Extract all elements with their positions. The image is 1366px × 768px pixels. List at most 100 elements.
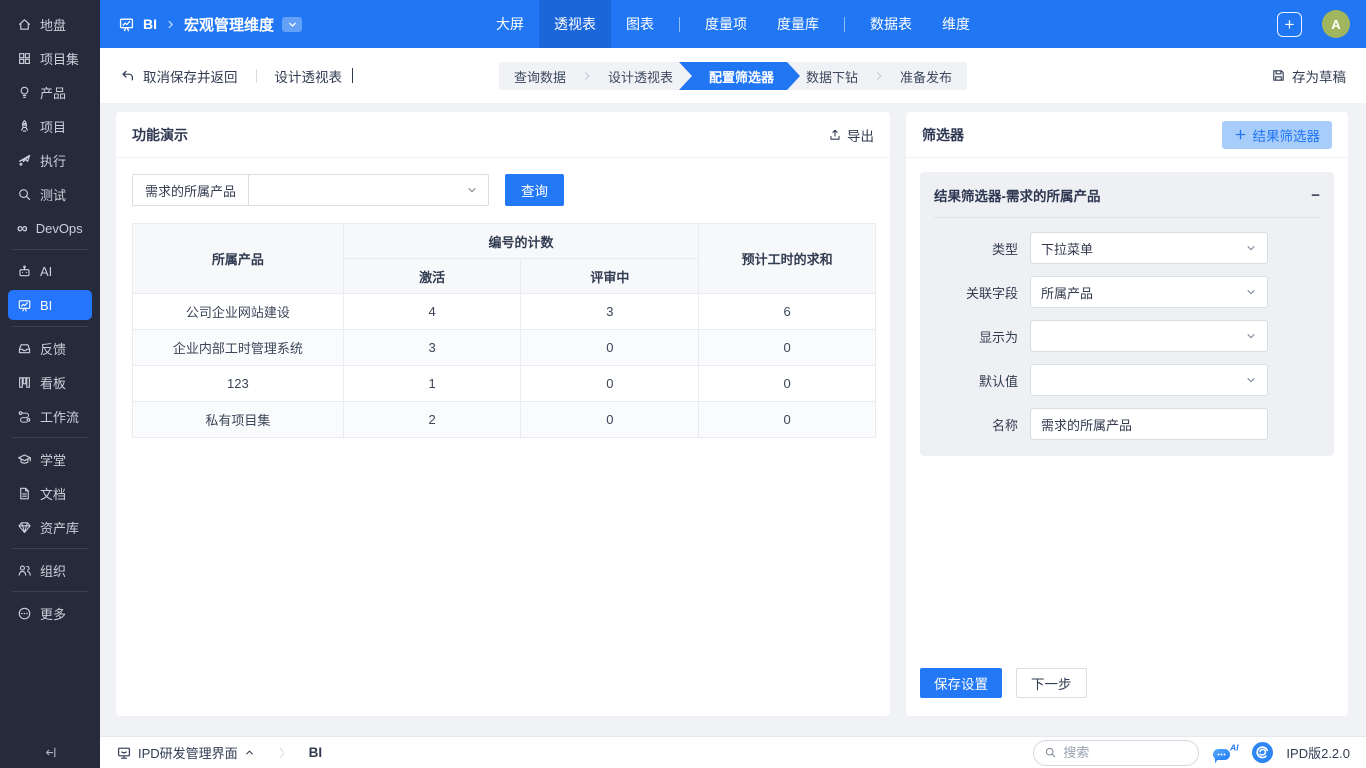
sidebar-item-feedback[interactable]: 反馈 — [8, 333, 92, 363]
pivot-preview-panel: 功能演示 导出 需求的所属产品 查询 所属产品 编号的计数 预计工时的求和 — [116, 112, 890, 716]
sidebar-item-project[interactable]: 项目 — [8, 111, 92, 141]
chevron-down-icon — [1245, 286, 1257, 298]
breadcrumb-separator-icon — [275, 746, 289, 760]
search-input[interactable] — [1063, 745, 1188, 760]
workflow-icon — [17, 409, 32, 424]
cell-sum: 0 — [699, 402, 876, 438]
bottombar-crumb[interactable]: BI — [309, 745, 323, 760]
menu-item-measure[interactable]: 度量项 — [690, 0, 762, 48]
search-box[interactable] — [1033, 740, 1199, 766]
menu-item-data-table[interactable]: 数据表 — [855, 0, 927, 48]
pivot-table: 所属产品 编号的计数 预计工时的求和 激活 评审中 公司企业网站建设 4 3 6… — [132, 223, 876, 438]
sidebar-item-label: DevOps — [36, 221, 83, 236]
save-draft-button[interactable]: 存为草稿 — [1271, 66, 1366, 86]
cancel-return-button[interactable]: 取消保存并返回 — [143, 66, 238, 86]
step-separator-icon — [873, 62, 885, 90]
chevron-up-icon[interactable] — [244, 747, 255, 758]
export-button[interactable]: 导出 — [828, 125, 874, 145]
filter-panel-header: 筛选器 结果筛选器 — [906, 112, 1348, 158]
name-field-label: 名称 — [934, 415, 1030, 434]
step-configure-filter[interactable]: 配置筛选器 — [679, 62, 800, 90]
menu-item-dimension[interactable]: 维度 — [927, 0, 985, 48]
sidebar-item-execution[interactable]: 执行 — [8, 145, 92, 175]
name-input[interactable] — [1030, 408, 1268, 440]
card-divider — [934, 217, 1320, 218]
col-subheader-review: 评审中 — [521, 259, 699, 294]
type-select[interactable]: 下拉菜单 — [1030, 232, 1268, 264]
sidebar-item-label: 资产库 — [40, 518, 79, 537]
sidebar: 地盘 项目集 产品 项目 执行 测试 ∞ DevOps AI BI 反馈 看板 — [0, 0, 100, 768]
form-row-default-value: 默认值 — [934, 364, 1320, 396]
sidebar-item-label: 工作流 — [40, 407, 79, 426]
chevron-down-icon — [1245, 242, 1257, 254]
sidebar-item-assets[interactable]: 资产库 — [8, 512, 92, 542]
version-label: IPD版2.2.0 — [1286, 743, 1350, 762]
sidebar-item-test[interactable]: 测试 — [8, 179, 92, 209]
form-row-linked-field: 关联字段 所属产品 — [934, 276, 1320, 308]
add-button[interactable]: + — [1277, 12, 1302, 37]
cell-active: 3 — [343, 330, 521, 366]
avatar[interactable]: A — [1322, 10, 1350, 38]
product-filter-select[interactable] — [249, 175, 488, 205]
topbar-app-name[interactable]: BI — [143, 16, 157, 32]
ai-chat-icon[interactable]: AI — [1212, 742, 1239, 764]
chart-board-icon — [17, 298, 32, 313]
sidebar-item-ai[interactable]: AI — [8, 256, 92, 286]
table-row: 企业内部工时管理系统 3 0 0 — [133, 330, 876, 366]
next-step-button[interactable]: 下一步 — [1016, 668, 1087, 698]
step-data-drill[interactable]: 数据下钻 — [791, 62, 873, 90]
space-dropdown-toggle[interactable] — [282, 17, 302, 32]
menu-item-pivot-table[interactable]: 透视表 — [539, 0, 611, 48]
step-prepare-publish[interactable]: 准备发布 — [885, 62, 967, 90]
sidebar-item-kanban[interactable]: 看板 — [8, 367, 92, 397]
col-header-product: 所属产品 — [133, 224, 344, 294]
sidebar-item-workflow[interactable]: 工作流 — [8, 401, 92, 431]
form-row-name: 名称 — [934, 408, 1320, 440]
sidebar-item-bi[interactable]: BI — [8, 290, 92, 320]
filter-panel-title: 筛选器 — [922, 125, 964, 145]
topbar-space-title[interactable]: 宏观管理维度 — [184, 14, 274, 35]
query-filter-row: 需求的所属产品 查询 — [132, 174, 874, 206]
pivot-title-editable[interactable]: 设计透视表 — [275, 66, 343, 86]
linked-field-select[interactable]: 所属产品 — [1030, 276, 1268, 308]
result-filter-card: 结果筛选器-需求的所属产品 − 类型 下拉菜单 关联字段 所属产品 显示为 — [920, 172, 1334, 456]
menu-item-chart[interactable]: 图表 — [611, 0, 669, 48]
display-as-select[interactable] — [1030, 320, 1268, 352]
cell-sum: 0 — [699, 330, 876, 366]
add-result-filter-button[interactable]: 结果筛选器 — [1222, 121, 1333, 149]
sidebar-item-school[interactable]: 学堂 — [8, 444, 92, 474]
workspace-switcher[interactable]: IPD研发管理界面 — [138, 743, 238, 762]
save-settings-button[interactable]: 保存设置 — [920, 668, 1002, 698]
col-subheader-active: 激活 — [343, 259, 521, 294]
display-as-label: 显示为 — [934, 327, 1030, 346]
graduation-icon — [17, 452, 32, 467]
collapse-minus-icon[interactable]: − — [1311, 188, 1320, 203]
sidebar-item-product[interactable]: 产品 — [8, 77, 92, 107]
step-design-pivot[interactable]: 设计透视表 — [593, 62, 688, 90]
sidebar-collapse-button[interactable] — [0, 745, 100, 760]
col-group-header-count: 编号的计数 — [343, 224, 699, 259]
sidebar-item-more[interactable]: 更多 — [8, 598, 92, 628]
sidebar-item-program[interactable]: 项目集 — [8, 43, 92, 73]
menu-item-measure-lib[interactable]: 度量库 — [762, 0, 834, 48]
default-value-select[interactable] — [1030, 364, 1268, 396]
save-draft-label: 存为草稿 — [1292, 66, 1346, 86]
linked-field-label: 关联字段 — [934, 283, 1030, 302]
sidebar-item-home[interactable]: 地盘 — [8, 9, 92, 39]
sidebar-item-docs[interactable]: 文档 — [8, 478, 92, 508]
query-button[interactable]: 查询 — [505, 174, 564, 206]
step-separator-icon — [581, 62, 593, 90]
sidebar-item-label: 地盘 — [40, 15, 66, 34]
export-icon — [828, 128, 842, 142]
cell-product: 公司企业网站建设 — [133, 294, 344, 330]
chevron-right-icon — [165, 19, 176, 30]
pivot-panel-title: 功能演示 — [132, 125, 188, 145]
cell-active: 1 — [343, 366, 521, 402]
result-filter-card-title: 结果筛选器-需求的所属产品 — [934, 185, 1101, 205]
sidebar-item-devops[interactable]: ∞ DevOps — [8, 213, 92, 243]
plus-icon — [1234, 128, 1247, 141]
menu-item-dashboard[interactable]: 大屏 — [481, 0, 539, 48]
sidebar-item-organization[interactable]: 组织 — [8, 555, 92, 585]
product-filter-label: 需求的所属产品 — [133, 175, 249, 205]
step-query-data[interactable]: 查询数据 — [499, 62, 581, 90]
